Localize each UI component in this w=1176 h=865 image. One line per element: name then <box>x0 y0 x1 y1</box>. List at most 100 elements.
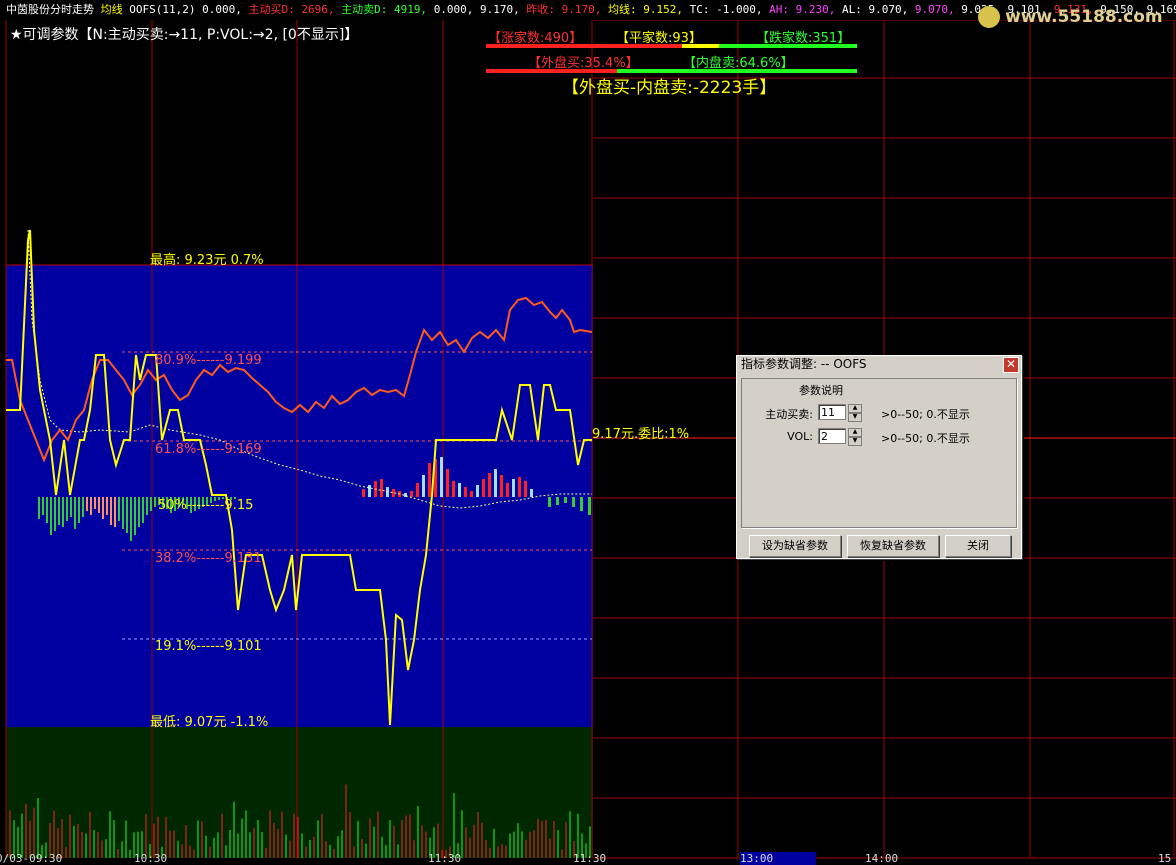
close-icon[interactable]: ✕ <box>1003 357 1019 373</box>
dialog-title: 指标参数调整: -- OOFS <box>741 357 867 371</box>
buy-bar <box>452 481 455 497</box>
restore-default-button[interactable]: 恢复缺省参数 <box>847 535 939 557</box>
logo-icon <box>978 6 1000 28</box>
buy-bar <box>428 463 431 497</box>
param-group-frame <box>741 378 1017 528</box>
buysell-input[interactable]: 11 <box>818 404 846 420</box>
fib-191-label: 19.1%------9.101 <box>155 639 262 654</box>
sell-bar <box>150 497 152 511</box>
inner-sell: 【内盘卖:64.6%】 <box>683 56 794 71</box>
time-tick: 11:30 <box>428 852 462 865</box>
param-adjust-dialog[interactable]: 指标参数调整: -- OOFS ✕ 参数说明 主动买卖: 11 ▲ ▼ >0--5… <box>736 355 1022 559</box>
sell-bar <box>42 497 44 515</box>
header-segment: 均线: 9.152, <box>608 3 690 16</box>
header-segment: 0.000, <box>202 3 249 16</box>
vol-stepper[interactable]: ▲ ▼ <box>848 428 862 446</box>
param-label-buysell: 主动买卖: <box>765 408 813 421</box>
buy-bar <box>380 479 383 497</box>
buy-bar <box>416 483 419 497</box>
time-tick: 15 <box>1158 852 1172 865</box>
time-tick: 11:30 <box>573 852 607 865</box>
sell-bar <box>110 497 112 525</box>
outer-buy: 【外盘买:35.4%】 <box>528 56 639 71</box>
set-default-button[interactable]: 设为缺省参数 <box>749 535 841 557</box>
sell-bar <box>580 497 583 511</box>
sell-bar <box>70 497 72 517</box>
buy-bar <box>506 483 509 497</box>
header-segment: OOFS(11,2) <box>129 3 203 16</box>
sell-bar <box>74 497 76 529</box>
buysell-stepper[interactable]: ▲ ▼ <box>848 404 862 422</box>
down-count: 【跌家数:351】 <box>756 31 851 46</box>
vol-input[interactable]: 2 <box>818 428 846 444</box>
header-segment: 9.070, <box>914 3 962 16</box>
param-label-vol: VOL: <box>787 430 813 443</box>
buy-bar <box>410 491 413 497</box>
header-segment: TC: -1.000, <box>689 3 770 16</box>
buy-bar <box>500 475 503 497</box>
buy-bar <box>464 487 467 497</box>
sell-bar <box>146 497 148 515</box>
fib-382-label: 38.2%------9.131 <box>155 551 262 566</box>
sell-bar <box>46 497 48 523</box>
sell-bar <box>130 497 132 541</box>
buy-bar <box>470 491 473 497</box>
close-button[interactable]: 关闭 <box>945 535 1011 557</box>
header-segment: 主动买D: 2696, <box>248 3 342 16</box>
flat-count: 【平家数:93】 <box>616 31 702 46</box>
header-segment: 中茵股份分时走势 <box>6 3 94 16</box>
header-segment: 0.000, 9.170, <box>433 3 527 16</box>
sell-bar <box>78 497 80 523</box>
buy-bar <box>446 469 449 497</box>
sell-bar <box>58 497 60 525</box>
header-segment: AH: 9.230, <box>769 3 842 16</box>
time-tick: 10:30 <box>134 852 168 865</box>
header-segment: AL: 9.070, <box>841 3 915 16</box>
buy-bar <box>488 473 491 497</box>
time-tick: 0/03-09:30 <box>0 852 63 865</box>
buy-bar <box>518 477 521 497</box>
buy-bar <box>482 479 485 497</box>
sell-bar <box>138 497 140 527</box>
sell-bar <box>50 497 52 535</box>
sell-bar <box>564 497 567 503</box>
dialog-titlebar[interactable]: 指标参数调整: -- OOFS ✕ <box>737 356 1021 373</box>
sell-bar <box>122 497 124 529</box>
sell-bar <box>114 497 116 527</box>
buy-bar <box>458 483 461 497</box>
sell-bar <box>134 497 136 535</box>
watermark-logo: www.55188.com <box>978 6 1174 34</box>
param-group-title: 参数说明 <box>797 382 845 398</box>
low-label: 最低: 9.07元 -1.1% <box>150 715 269 730</box>
buy-bar <box>422 475 425 497</box>
sell-bar <box>556 497 559 505</box>
sell-bar <box>118 497 120 521</box>
buy-bar <box>476 485 479 497</box>
sell-bar <box>82 497 84 517</box>
sell-bar <box>86 497 88 511</box>
outer-inner-diff: 【外盘买-内盘卖:-2223手】 <box>562 78 777 98</box>
buy-bar <box>368 485 371 497</box>
sell-bar <box>54 497 56 531</box>
sell-bar <box>98 497 100 513</box>
sell-bar <box>588 497 591 515</box>
buy-bar <box>524 481 527 497</box>
sell-bar <box>154 497 156 507</box>
time-tick: 13:00 <box>740 852 816 865</box>
sell-bar <box>62 497 64 527</box>
high-label: 最高: 9.23元 0.7% <box>150 253 264 268</box>
buy-bar <box>494 469 497 497</box>
header-segment: 昨收: 9.170, <box>526 3 609 16</box>
fib-50-label: 50%--------9.15 <box>158 498 254 513</box>
buy-bar <box>530 489 533 497</box>
up-count: 【涨家数:490】 <box>488 31 583 46</box>
sell-bar <box>572 497 575 507</box>
buy-bar <box>362 489 365 497</box>
vol-range: >0--50; 0.不显示 <box>881 432 970 445</box>
fib-618-label: 61.8%------9.169 <box>155 442 262 457</box>
adjustable-params[interactable]: ★可调参数【N:主动买卖:→11, P:VOL:→2, [0不显示]】 <box>10 24 358 44</box>
header-segment: 主动卖D: 4919, <box>341 3 434 16</box>
sell-bar <box>94 497 96 509</box>
sell-bar <box>38 497 40 519</box>
sell-bar <box>126 497 128 533</box>
